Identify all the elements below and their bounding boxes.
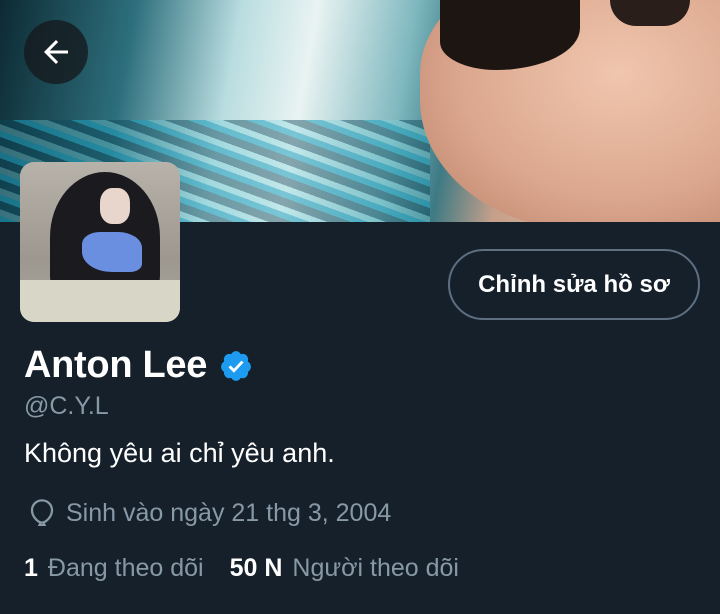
followers-label: Người theo dõi — [292, 554, 459, 582]
birth-date-row: Sinh vào ngày 21 thg 3, 2004 — [26, 496, 391, 530]
following-label: Đang theo dõi — [47, 554, 204, 582]
profile-bio: Không yêu ai chỉ yêu anh. — [24, 438, 335, 468]
following-count: 1 — [24, 554, 38, 582]
verified-badge-icon — [221, 350, 251, 381]
edit-profile-button[interactable]: Chỉnh sửa hồ sơ — [448, 249, 700, 320]
followers-link[interactable]: 50 N Người theo dõi — [230, 554, 459, 583]
balloon-icon — [30, 499, 54, 526]
avatar[interactable] — [20, 162, 180, 322]
follow-stats: 1 Đang theo dõi 50 N Người theo dõi — [24, 554, 459, 583]
following-link[interactable]: 1 Đang theo dõi — [24, 554, 204, 583]
arrow-left-icon — [44, 40, 68, 64]
name-row: Anton Lee — [24, 344, 253, 387]
profile-name: Anton Lee — [24, 344, 208, 386]
back-button[interactable] — [24, 20, 88, 84]
avatar-face — [100, 188, 130, 224]
avatar-legs — [20, 280, 180, 322]
followers-count: 50 N — [229, 554, 283, 582]
profile-handle: @C.Y.L — [24, 392, 109, 420]
birth-date-text: Sinh vào ngày 21 thg 3, 2004 — [66, 498, 392, 527]
avatar-print — [82, 232, 142, 272]
